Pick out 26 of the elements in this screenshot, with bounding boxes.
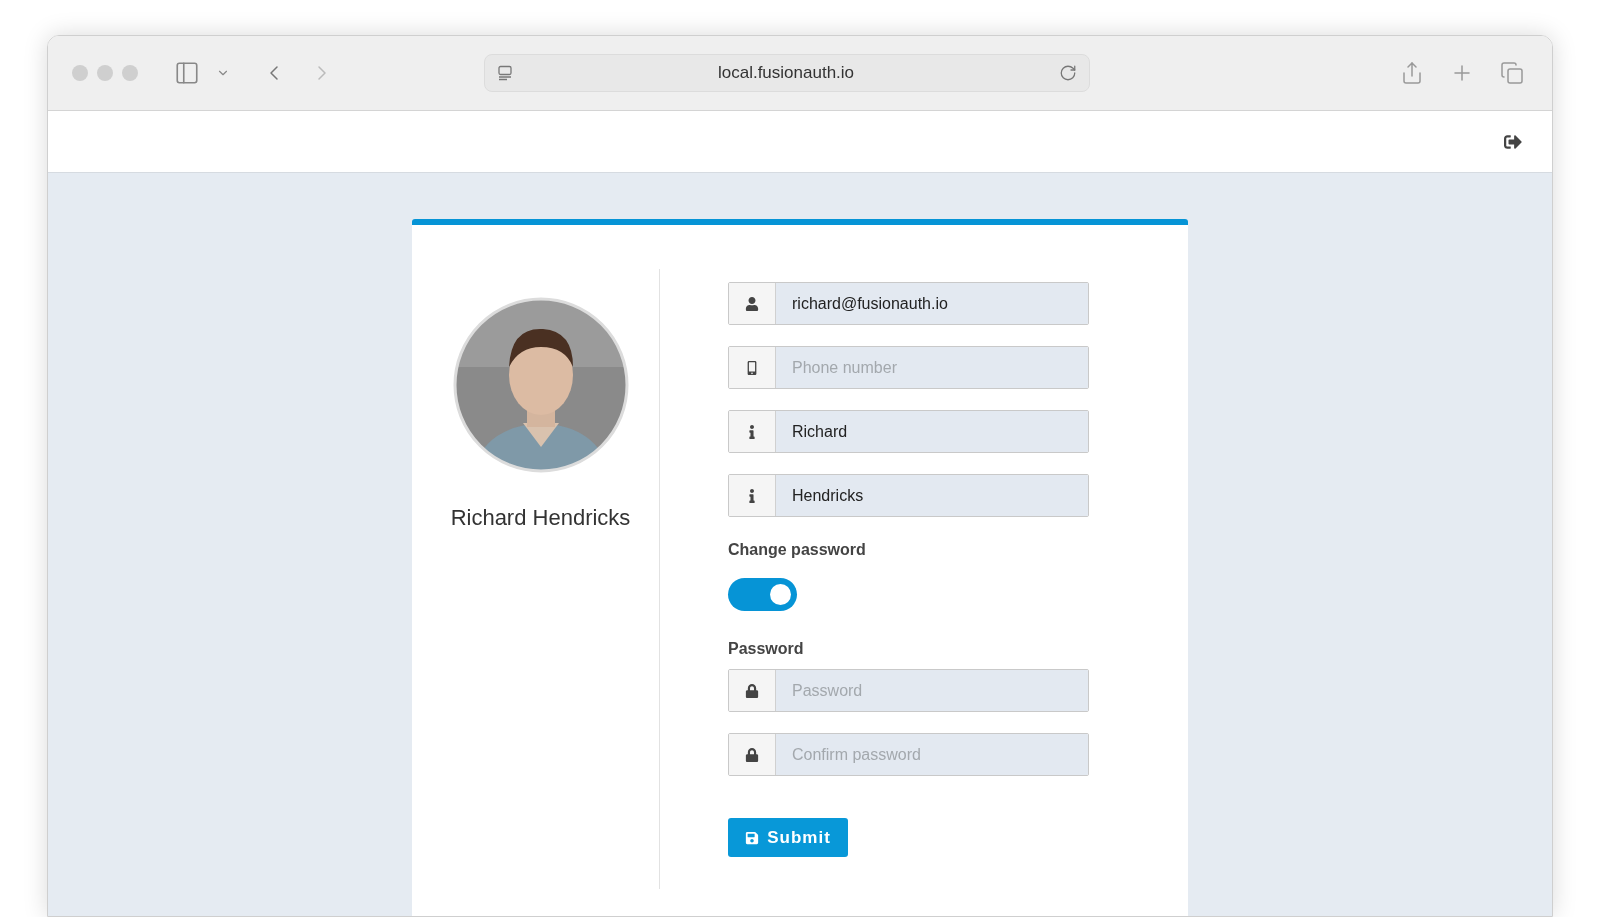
window-close-button[interactable]: [72, 65, 88, 81]
address-text: local.fusionauth.io: [716, 62, 856, 85]
phone-icon: [745, 360, 759, 375]
tabs-overview-icon[interactable]: [1500, 61, 1524, 85]
input-field[interactable]: richard@fusionauth.io: [728, 282, 1089, 325]
address-bar[interactable]: local.fusionauth.io: [484, 54, 1090, 92]
reload-icon[interactable]: [1059, 64, 1077, 82]
field-label: Change password: [728, 540, 867, 560]
logout-icon[interactable]: [1504, 132, 1522, 151]
user-icon: [745, 296, 759, 311]
share-icon[interactable]: [1400, 61, 1424, 85]
sidebar-icon[interactable]: [174, 60, 200, 86]
toggle-switch[interactable]: [728, 578, 797, 611]
field-label: Password: [728, 639, 805, 659]
input-field[interactable]: Password: [728, 669, 1089, 712]
window-minimize-button[interactable]: [97, 65, 113, 81]
input-field[interactable]: Richard: [728, 410, 1089, 453]
profile-name: Richard Hendricks: [450, 504, 631, 532]
input-field[interactable]: Phone number: [728, 346, 1089, 389]
page-icon: [497, 65, 513, 81]
save-icon: [745, 830, 760, 845]
input-field[interactable]: Hendricks: [728, 474, 1089, 517]
lock-icon: [745, 747, 759, 762]
lock-icon: [745, 683, 759, 698]
input-field[interactable]: Confirm password: [728, 733, 1089, 776]
window-zoom-button[interactable]: [122, 65, 138, 81]
